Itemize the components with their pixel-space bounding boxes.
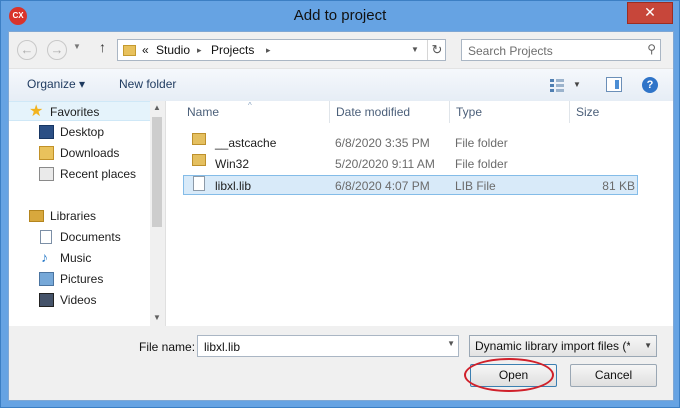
up-button[interactable]: ↑ — [99, 39, 106, 55]
file-icon — [193, 176, 205, 191]
nav-recent-places-label: Recent places — [60, 167, 137, 181]
nav-favorites-label: Favorites — [50, 105, 100, 119]
file-name-label: File name: — [139, 340, 196, 354]
file-date: 6/8/2020 4:07 PM — [335, 179, 430, 193]
file-type-value: Dynamic library import files (*.l — [475, 339, 630, 353]
column-header-size[interactable]: Size — [569, 101, 639, 123]
new-folder-button[interactable]: New folder — [119, 77, 176, 91]
scroll-down-arrow[interactable]: ▼ — [153, 313, 161, 322]
dialog-client: ← → ▼ ↑ « Studio ▸ Projects ▸ ▼ ↻ ⚲ Orga… — [8, 31, 674, 401]
nav-downloads[interactable]: Downloads — [9, 143, 150, 163]
file-type: LIB File — [455, 179, 496, 193]
file-name: __astcache — [215, 136, 277, 150]
file-date: 6/8/2020 3:35 PM — [335, 136, 430, 150]
breadcrumb-studio[interactable]: Studio — [156, 43, 190, 57]
file-name: libxl.lib — [215, 179, 252, 193]
nav-favorites[interactable]: ★ Favorites — [9, 101, 150, 121]
column-header-name[interactable]: Name — [187, 101, 327, 123]
file-date: 5/20/2020 9:11 AM — [335, 157, 435, 171]
nav-libraries[interactable]: Libraries — [9, 206, 150, 226]
file-size: 81 KB — [602, 179, 635, 193]
open-button[interactable]: Open — [470, 364, 557, 387]
breadcrumb-prefix[interactable]: « — [142, 43, 149, 57]
navigation-pane: ★ Favorites Desktop Downloads Recent pla… — [9, 101, 166, 326]
pictures-icon — [39, 272, 54, 286]
nav-downloads-label: Downloads — [60, 146, 120, 160]
folder-icon — [123, 45, 136, 56]
file-name-dropdown[interactable]: ▼ — [447, 339, 455, 348]
nav-recent-places[interactable]: Recent places — [9, 164, 150, 184]
downloads-icon — [39, 146, 54, 160]
dialog-window: CX Add to project ✕ ← → ▼ ↑ « Studio ▸ P… — [0, 0, 680, 408]
scroll-thumb[interactable] — [152, 117, 162, 227]
change-view-icon[interactable] — [549, 78, 565, 92]
column-header-date[interactable]: Date modified — [329, 101, 447, 123]
nav-scrollbar[interactable]: ▲ ▼ — [150, 101, 165, 326]
address-bar[interactable]: « Studio ▸ Projects ▸ ▼ ↻ — [117, 39, 446, 61]
refresh-button[interactable]: ↻ — [427, 40, 446, 60]
libraries-icon — [29, 210, 44, 222]
file-name-combo[interactable]: ▼ — [197, 335, 459, 357]
scroll-up-arrow[interactable]: ▲ — [153, 103, 161, 112]
nav-pictures[interactable]: Pictures — [9, 269, 150, 289]
folder-icon — [192, 133, 206, 145]
videos-icon — [39, 293, 54, 307]
nav-music[interactable]: ♪ Music — [9, 248, 150, 268]
title-bar[interactable]: CX Add to project ✕ — [1, 1, 679, 31]
file-list: ^ Name Date modified Type Size __astcach… — [166, 101, 673, 326]
breadcrumb-projects[interactable]: Projects — [211, 43, 254, 57]
column-header-type[interactable]: Type — [449, 101, 567, 123]
file-row-astcache[interactable]: __astcache 6/8/2020 3:35 PM File folder — [183, 133, 638, 153]
dialog-footer: File name: ▼ Dynamic library import file… — [9, 326, 673, 400]
file-type: File folder — [455, 136, 508, 150]
nav-documents-label: Documents — [60, 230, 121, 244]
nav-documents[interactable]: Documents — [9, 227, 150, 247]
breadcrumb-separator[interactable]: ▸ — [197, 45, 202, 56]
breadcrumb-separator-end[interactable]: ▸ — [266, 45, 271, 56]
command-toolbar: Organize ▾ New folder ▼ ? — [9, 68, 673, 102]
file-type-select[interactable]: Dynamic library import files (*.l ▼ — [469, 335, 657, 357]
star-icon: ★ — [29, 103, 44, 120]
folder-icon — [192, 154, 206, 166]
file-name-input[interactable] — [202, 338, 436, 356]
nav-pictures-label: Pictures — [60, 272, 104, 286]
preview-pane-icon[interactable] — [606, 77, 622, 92]
nav-music-label: Music — [60, 251, 92, 265]
nav-libraries-label: Libraries — [50, 209, 97, 223]
desktop-icon — [39, 125, 54, 139]
file-name: Win32 — [215, 157, 250, 171]
recent-places-icon — [39, 167, 54, 181]
music-icon: ♪ — [41, 249, 48, 265]
chevron-down-icon[interactable]: ▼ — [644, 341, 652, 350]
recent-locations-dropdown[interactable]: ▼ — [73, 42, 81, 51]
file-type: File folder — [455, 157, 508, 171]
nav-desktop[interactable]: Desktop — [9, 122, 150, 142]
nav-videos[interactable]: Videos — [9, 290, 150, 310]
nav-desktop-label: Desktop — [60, 125, 105, 139]
forward-button[interactable]: → — [47, 40, 67, 60]
view-options-dropdown[interactable]: ▼ — [573, 80, 581, 89]
window-title: Add to project — [293, 7, 387, 24]
file-row-win32[interactable]: Win32 5/20/2020 9:11 AM File folder — [183, 154, 638, 174]
search-input[interactable] — [466, 42, 640, 60]
nav-videos-label: Videos — [60, 293, 97, 307]
organize-button[interactable]: Organize ▾ — [27, 77, 85, 91]
file-row-libxl[interactable]: libxl.lib 6/8/2020 4:07 PM LIB File 81 K… — [183, 175, 638, 195]
navigation-bar: ← → ▼ ↑ « Studio ▸ Projects ▸ ▼ ↻ ⚲ — [9, 32, 673, 68]
help-icon[interactable]: ? — [642, 77, 658, 93]
search-box[interactable]: ⚲ — [461, 39, 661, 61]
cancel-button[interactable]: Cancel — [570, 364, 657, 387]
close-button[interactable]: ✕ — [627, 2, 673, 24]
address-dropdown[interactable]: ▼ — [405, 41, 425, 59]
documents-icon — [40, 230, 52, 244]
search-icon[interactable]: ⚲ — [647, 42, 656, 56]
back-button[interactable]: ← — [17, 40, 37, 60]
